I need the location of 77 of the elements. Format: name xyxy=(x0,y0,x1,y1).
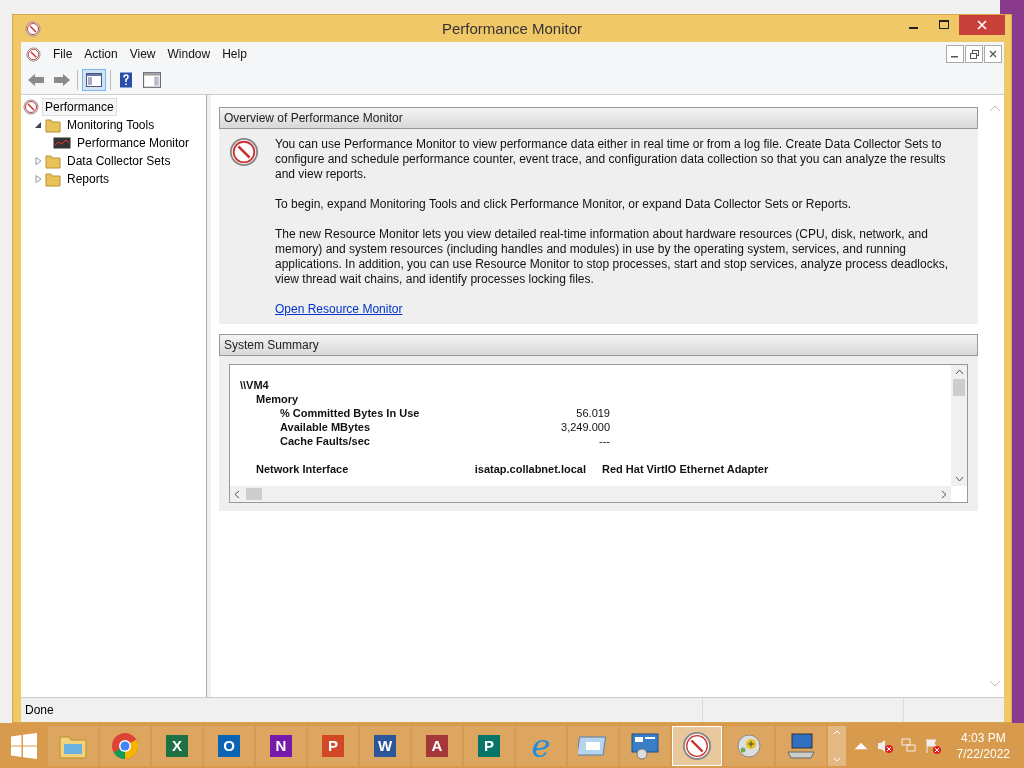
chart-icon xyxy=(53,137,71,149)
taskbar-button[interactable]: X xyxy=(152,725,202,766)
app-icon xyxy=(26,46,41,62)
machine-name: \\VM4 xyxy=(240,379,270,391)
console-tree-button[interactable] xyxy=(82,69,106,91)
gauge-icon xyxy=(229,137,259,167)
menu-item[interactable]: File xyxy=(49,47,81,61)
tree-item[interactable]: Data Collector Sets xyxy=(64,152,174,170)
windows-logo-icon xyxy=(11,732,37,759)
instance-name: Red Hat VirtIO Ethernet Adapter xyxy=(602,463,769,475)
scroll-thumb[interactable] xyxy=(953,379,965,396)
computer-icon xyxy=(786,731,816,760)
scroll-up-icon[interactable] xyxy=(954,369,964,375)
network-icon[interactable] xyxy=(900,737,917,754)
restore-icon xyxy=(969,49,979,59)
taskbar-button[interactable]: O xyxy=(204,725,254,766)
resource-monitor-link[interactable]: Open Resource Monitor xyxy=(275,302,403,316)
restore-button[interactable] xyxy=(965,45,983,63)
status-text: Done xyxy=(24,703,55,717)
expand-arrow-icon[interactable] xyxy=(33,157,43,165)
taskbar-button[interactable]: A xyxy=(412,725,462,766)
counter-name: Cache Faults/sec xyxy=(279,435,371,447)
counter-value: 56.019 xyxy=(575,407,610,419)
minimize-button[interactable] xyxy=(946,45,964,63)
menu-item[interactable]: Window xyxy=(163,47,219,61)
panel-icon xyxy=(86,73,102,87)
folder-icon xyxy=(45,171,61,187)
expand-arrow-icon[interactable] xyxy=(33,175,43,183)
close-icon xyxy=(977,20,987,30)
maximize-icon[interactable] xyxy=(939,20,949,30)
taskbar-button[interactable]: P xyxy=(464,725,514,766)
close-icon xyxy=(989,50,997,58)
collapse-arrow-icon[interactable] xyxy=(33,121,43,129)
taskbar-button[interactable] xyxy=(776,725,826,766)
window-title: Performance Monitor xyxy=(441,20,583,37)
folder-icon xyxy=(45,153,61,169)
horizontal-scrollbar[interactable] xyxy=(230,486,951,502)
menu-item[interactable]: Action xyxy=(80,47,126,61)
counter-value: --- xyxy=(598,435,610,447)
object-name: Memory xyxy=(255,393,300,405)
close-button[interactable] xyxy=(984,45,1002,63)
taskbar-button[interactable] xyxy=(672,725,722,766)
taskbar-button[interactable]: N xyxy=(256,725,306,766)
section-header: Overview of Performance Monitor xyxy=(219,107,978,129)
tree-item[interactable]: Monitoring Tools xyxy=(64,116,158,134)
paragraph: The new Resource Monitor lets you view detailed real-time information about hardware resources (CPU, disk, network, and memory) and system resources (including handles and modules) in use by the operating system, services, and running applications. In addition, you can use Resource Monitor to stop processes, start and stop services, analyze process deadlocks, view thread wait chains, and identify processes locking files. xyxy=(275,227,950,287)
window-icon xyxy=(578,733,608,758)
taskbar-button[interactable] xyxy=(100,725,150,766)
control-panel-icon xyxy=(630,731,660,760)
tree-item[interactable]: Performance xyxy=(42,98,117,116)
paragraph: You can use Performance Monitor to view performance data either in real time or from a log file. Create Data Collector Sets to configure and schedule performance counter, event trace, and configuration data collection so that you can analyze the results and view reports. xyxy=(275,137,947,182)
counter-value: 3,249.000 xyxy=(560,421,610,433)
flag-icon[interactable] xyxy=(924,737,941,754)
scroll-thumb[interactable] xyxy=(246,488,262,500)
counter-name: Available MBytes xyxy=(279,421,372,433)
action-pane-icon[interactable] xyxy=(141,70,163,90)
menu-item[interactable]: Help xyxy=(218,47,255,61)
scroll-left-icon[interactable] xyxy=(234,489,240,499)
taskbar-button[interactable]: W xyxy=(360,725,410,766)
scroll-down-icon[interactable] xyxy=(954,476,964,482)
gauge-icon xyxy=(682,730,712,761)
tree-item[interactable]: Performance Monitor xyxy=(74,134,193,152)
scroll-right-icon[interactable] xyxy=(941,489,947,499)
instance-name: isatap.collabnet.local xyxy=(473,463,586,475)
vertical-scrollbar[interactable] xyxy=(951,365,967,486)
taskbar-button[interactable] xyxy=(568,725,618,766)
taskbar-button[interactable]: P xyxy=(308,725,358,766)
section-header: System Summary xyxy=(219,334,978,356)
taskbar-button[interactable] xyxy=(620,725,670,766)
paragraph: To begin, expand Monitoring Tools and click Performance Monitor, or expand Data Collector Sets or Reports. xyxy=(275,197,853,212)
tree-item[interactable]: Reports xyxy=(64,170,113,188)
speaker-muted-icon[interactable] xyxy=(876,737,893,754)
menu-item[interactable]: View xyxy=(125,47,164,61)
browser-icon xyxy=(111,731,139,760)
counter-name: % Committed Bytes In Use xyxy=(279,407,421,419)
app-icon xyxy=(25,20,41,37)
disc-icon xyxy=(735,731,763,760)
